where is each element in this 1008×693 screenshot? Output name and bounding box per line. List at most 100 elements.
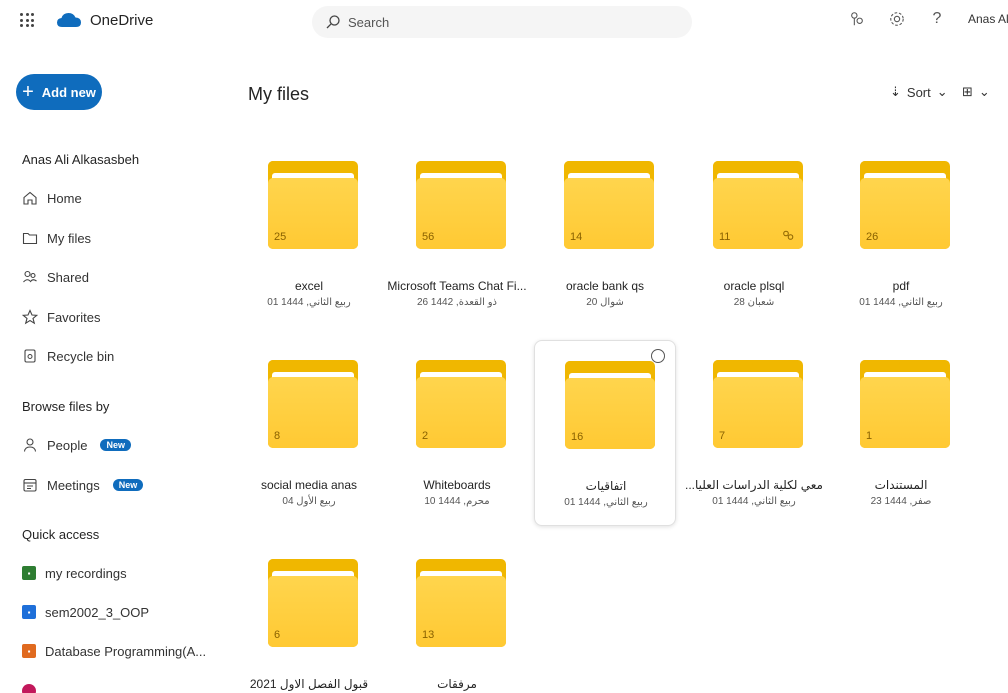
folder-name: مرفقات <box>437 677 477 691</box>
onedrive-brand[interactable]: OneDrive <box>56 11 153 29</box>
folder-modified-date: 26 ذو القعدة, 1442 <box>417 297 497 308</box>
nav-label: my recordings <box>45 565 127 581</box>
nav-label: My files <box>47 230 92 246</box>
folder-modified-date: 28 شعبان <box>733 297 775 308</box>
folder-item-count: 7 <box>719 430 726 442</box>
folder-tile[interactable]: 56 Microsoft Teams Chat Fi... 26 ذو القعدة… <box>386 141 528 327</box>
nav-label: Favorites <box>47 309 101 325</box>
new-badge: New <box>100 439 131 451</box>
nav-home[interactable]: Home <box>22 188 82 208</box>
folder-modified-date: 20 شوال <box>586 297 624 308</box>
folder-name: Whiteboards <box>423 478 491 492</box>
quick-access-more[interactable] <box>22 681 36 693</box>
browse-files-heading: Browse files by <box>22 399 110 414</box>
folder-icon: 6 <box>268 559 358 647</box>
quick-access-sem2002[interactable]: ▪ sem2002_3_OOP <box>22 602 149 622</box>
folder-icon: 2 <box>416 360 506 448</box>
app-launcher-icon[interactable] <box>20 13 34 27</box>
folder-icon: 25 <box>268 161 358 249</box>
folder-tile[interactable]: 7 ...معي لكلية الدراسات العليا 01 ربيع الث… <box>683 340 825 526</box>
channel-icon: ▪ <box>22 566 36 580</box>
folder-tile[interactable]: 2 Whiteboards 10 محرم, 1444 <box>386 340 528 526</box>
folder-icon: 16 <box>565 361 655 449</box>
folder-name: oracle plsql <box>723 279 785 293</box>
top-right-actions: ? Anas Ali <box>848 10 1008 28</box>
nav-label: Home <box>47 190 82 206</box>
quick-access-my-recordings[interactable]: ▪ my recordings <box>22 563 127 583</box>
folder-item-count: 11 <box>719 231 731 243</box>
folder-name: pdf <box>892 279 910 293</box>
folder-modified-date: 01 ربيع الثاني, 1444 <box>859 297 943 308</box>
select-checkbox[interactable] <box>651 349 665 363</box>
add-new-label: Add new <box>41 84 96 100</box>
folder-icon: 7 <box>713 360 803 448</box>
onedrive-cloud-icon <box>57 13 81 27</box>
folder-item-count: 56 <box>422 231 435 243</box>
folder-modified-date: 01 ربيع الثاني, 1444 <box>564 497 648 508</box>
nav-my-files[interactable]: My files <box>22 228 91 248</box>
home-icon <box>23 191 37 205</box>
sort-button[interactable]: ⇣ Sort ⌄ <box>890 84 948 100</box>
folder-name: social media anas <box>260 478 358 492</box>
sidebar: + Add new Anas Ali Alkasasbeh Home My fi… <box>0 46 230 693</box>
calendar-icon <box>23 478 37 492</box>
folder-icon: 13 <box>416 559 506 647</box>
folder-item-count: 26 <box>866 231 879 243</box>
settings-gear-icon[interactable] <box>888 10 906 28</box>
folder-icon: 56 <box>416 161 506 249</box>
account-name: Anas Ali Alkasasbeh <box>22 152 140 167</box>
folder-tile[interactable]: 1 المستندات 23 صفر, 1444 <box>830 340 972 526</box>
folder-tile[interactable]: 25 excel 01 ربيع الثاني, 1444 <box>238 141 380 327</box>
folder-tile[interactable]: 11 oracle plsql 28 شعبان <box>683 141 825 327</box>
people-icon <box>23 270 37 283</box>
search-box[interactable]: Search <box>312 6 692 38</box>
help-icon[interactable]: ? <box>928 10 946 28</box>
folder-modified-date: 01 ربيع الثاني, 1444 <box>267 297 351 308</box>
folder-tile[interactable]: 26 pdf 01 ربيع الثاني, 1444 <box>830 141 972 327</box>
app-name: OneDrive <box>90 11 154 29</box>
person-icon <box>23 438 37 452</box>
nav-recycle-bin[interactable]: Recycle bin <box>22 346 114 366</box>
top-bar: OneDrive Search ? Anas Ali <box>0 0 1008 46</box>
folder-name: ...معي لكلية الدراسات العليا <box>684 478 823 492</box>
browse-people[interactable]: People New <box>22 435 131 455</box>
folder-item-count: 16 <box>571 431 584 443</box>
user-name[interactable]: Anas Ali <box>968 12 1008 26</box>
folder-item-count: 14 <box>570 231 583 243</box>
folder-modified-date: 04 ربيع الأول <box>282 496 336 507</box>
sort-icon: ⇣ <box>890 84 901 99</box>
sort-label: Sort <box>906 84 931 100</box>
folder-tile[interactable]: 16 اتفاقيات 01 ربيع الثاني, 1444 <box>534 340 676 526</box>
nav-favorites[interactable]: Favorites <box>22 307 100 327</box>
nav-shared[interactable]: Shared <box>22 267 89 287</box>
star-icon <box>22 309 38 325</box>
folder-item-count: 1 <box>866 430 873 442</box>
folder-name: oracle bank qs <box>565 279 645 293</box>
nav-label: Database Programming(A... <box>45 643 207 659</box>
folder-tile[interactable]: 6 قبول الفصل الاول 2021 <box>238 539 380 693</box>
folder-tile[interactable]: 14 oracle bank qs 20 شوال <box>534 141 676 327</box>
page-title: My files <box>248 84 310 104</box>
grid-view-icon: ⊞ <box>962 84 973 99</box>
folder-icon: 11 <box>713 161 803 249</box>
folder-item-count: 25 <box>274 231 287 243</box>
folder-tile[interactable]: 13 مرفقات <box>386 539 528 693</box>
channel-icon: ▪ <box>22 644 36 658</box>
nav-label: Meetings <box>47 477 100 493</box>
view-options-button[interactable]: ⊞ ⌄ <box>962 84 990 100</box>
share-people-icon[interactable] <box>848 10 866 28</box>
folder-icon: 14 <box>564 161 654 249</box>
add-new-button[interactable]: + Add new <box>16 74 102 110</box>
chevron-down-icon: ⌄ <box>936 84 948 99</box>
channel-icon <box>22 684 36 693</box>
browse-meetings[interactable]: Meetings New <box>22 475 144 495</box>
folder-item-count: 13 <box>422 629 435 641</box>
folder-name: قبول الفصل الاول 2021 <box>249 677 369 691</box>
folder-modified-date: 23 صفر, 1444 <box>870 496 932 507</box>
folder-name: excel <box>294 279 323 293</box>
nav-label: Shared <box>47 269 89 285</box>
quick-access-database-programming[interactable]: ▪ Database Programming(A... <box>22 641 206 661</box>
folder-tile[interactable]: 8 social media anas 04 ربيع الأول <box>238 340 380 526</box>
new-badge: New <box>112 479 144 491</box>
folder-name: اتفاقيات <box>585 479 627 493</box>
